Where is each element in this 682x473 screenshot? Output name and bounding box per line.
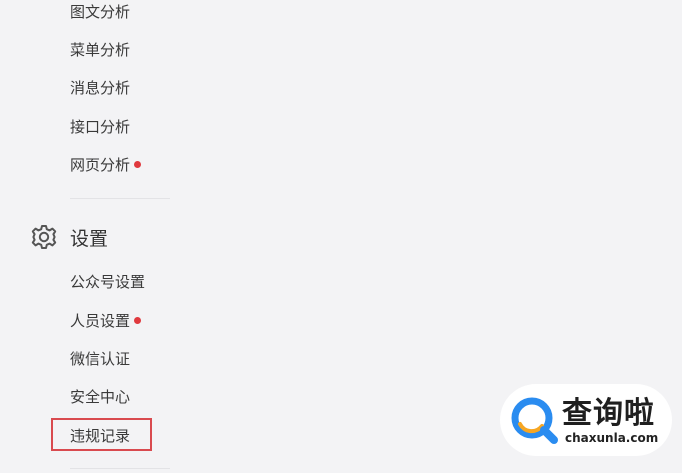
menu-item-label: 公众号设置 xyxy=(70,273,146,291)
menu-item-account-settings[interactable]: 公众号设置 xyxy=(70,270,145,294)
settings-section-title: 设置 xyxy=(70,227,109,250)
menu-item-webpage-analysis[interactable]: 网页分析 xyxy=(70,153,142,177)
menu-item-label: 微信认证 xyxy=(70,350,131,368)
menu-item-label: 图文分析 xyxy=(70,3,131,21)
watermark-domain: chaxunla.com xyxy=(565,431,659,445)
menu-item-label: 菜单分析 xyxy=(70,41,131,59)
search-magnifier-logo-icon xyxy=(511,397,558,444)
menu-item-interface-analysis[interactable]: 接口分析 xyxy=(70,115,130,139)
notification-dot xyxy=(134,161,142,168)
settings-section-header[interactable]: 设置 xyxy=(30,222,108,252)
menu-item-label: 安全中心 xyxy=(70,388,131,406)
menu-item-wechat-verification[interactable]: 微信认证 xyxy=(70,347,130,371)
menu-item-label: 人员设置 xyxy=(70,312,131,330)
menu-item-message-analysis[interactable]: 消息分析 xyxy=(70,76,130,100)
watermark-text: 查询啦 xyxy=(562,396,655,431)
gear-icon xyxy=(31,225,57,249)
menu-item-menu-analysis[interactable]: 菜单分析 xyxy=(70,38,130,62)
menu-item-label: 接口分析 xyxy=(70,118,131,136)
menu-item-article-analysis[interactable]: 图文分析 xyxy=(70,0,130,24)
section-divider xyxy=(70,198,170,199)
menu-item-security-center[interactable]: 安全中心 xyxy=(70,385,130,409)
menu-item-staff-settings[interactable]: 人员设置 xyxy=(70,309,142,333)
highlight-annotation-box xyxy=(51,418,152,451)
notification-dot xyxy=(134,317,142,324)
watermark-badge: 查询啦 chaxunla.com xyxy=(500,384,672,456)
section-divider xyxy=(70,468,170,469)
menu-item-label: 消息分析 xyxy=(70,79,131,97)
menu-item-label: 网页分析 xyxy=(70,156,131,174)
